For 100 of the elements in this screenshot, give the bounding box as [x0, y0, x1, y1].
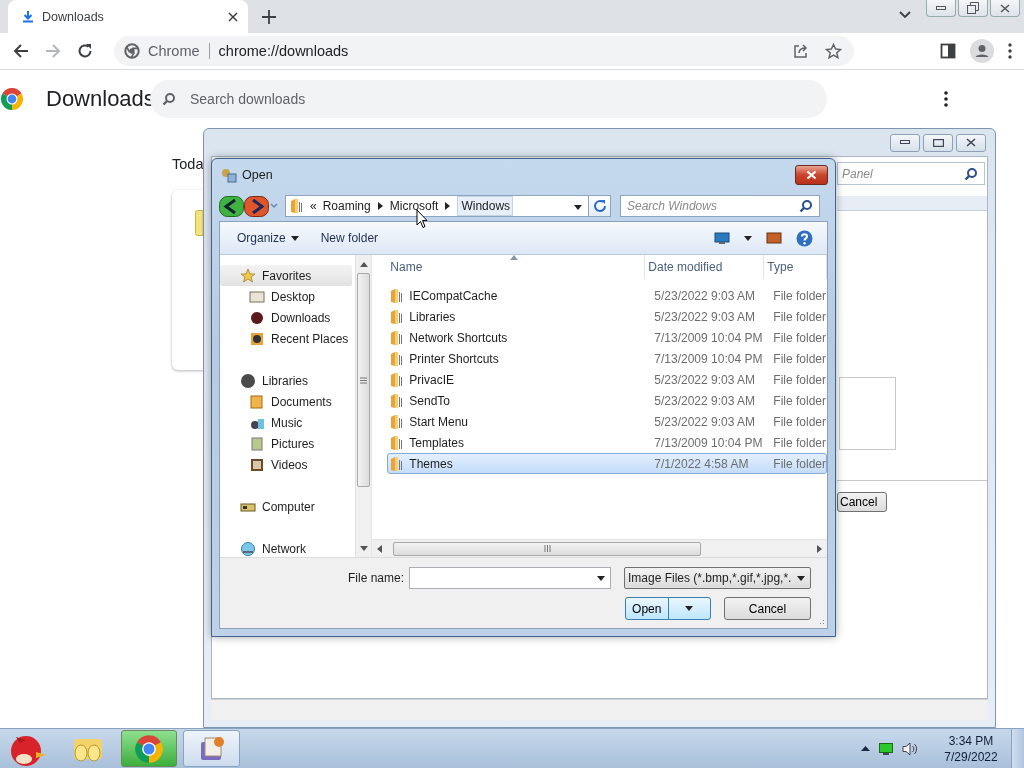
file-row[interactable]: IECompatCache 5/23/2022 9:03 AM File folder: [387, 285, 827, 306]
nav-item[interactable]: Recent Places: [220, 328, 352, 349]
side-panel-icon[interactable]: [940, 43, 956, 59]
reload-icon[interactable]: [76, 42, 94, 60]
caret-icon: [290, 235, 299, 241]
help-icon[interactable]: [796, 229, 813, 247]
scrollbar[interactable]: [354, 255, 372, 557]
file-row[interactable]: Start Menu 5/23/2022 9:03 AM File folder: [387, 411, 827, 432]
address-field[interactable]: « Roaming Microsoft Windows: [285, 195, 589, 217]
nav-item[interactable]: Downloads: [220, 307, 352, 328]
organize-button[interactable]: Organize: [230, 228, 306, 248]
nav-item[interactable]: Computer: [220, 496, 352, 517]
page-title: Downloads: [46, 86, 150, 112]
back-icon[interactable]: [12, 42, 30, 60]
more-icon[interactable]: [1008, 43, 1012, 59]
close-button[interactable]: [990, 0, 1020, 17]
dropdown-icon[interactable]: [574, 205, 582, 210]
grip-icon: [360, 376, 368, 384]
file-row[interactable]: PrivacIE 5/23/2022 9:03 AM File folder: [387, 369, 827, 390]
share-icon[interactable]: [793, 42, 809, 59]
file-row[interactable]: Libraries 5/23/2022 9:03 AM File folder: [387, 306, 827, 327]
minimize-button[interactable]: [890, 133, 920, 152]
taskbar-button[interactable]: [183, 730, 240, 767]
column-header[interactable]: Type: [764, 255, 827, 279]
scroll-left-icon[interactable]: [377, 544, 383, 553]
network-status-icon[interactable]: [879, 742, 893, 755]
preview-pane-icon[interactable]: [766, 232, 782, 244]
file-name: SendTo: [388, 392, 649, 409]
maximize-button[interactable]: [923, 133, 953, 152]
file-name-field[interactable]: [409, 567, 611, 589]
close-icon[interactable]: [228, 11, 238, 22]
nav-item[interactable]: Network: [220, 538, 352, 559]
clock[interactable]: 3:34 PM 7/29/2022: [941, 732, 1001, 765]
column-header[interactable]: Date modified: [645, 255, 765, 279]
file-name: Themes: [388, 455, 649, 472]
close-button[interactable]: [956, 133, 986, 152]
file-date: 5/23/2022 9:03 AM: [653, 288, 757, 303]
restore-button[interactable]: [958, 0, 988, 17]
chevron-right-icon: [376, 202, 384, 210]
browser-tab[interactable]: Downloads: [8, 0, 248, 33]
chrome-icon: [134, 733, 164, 764]
dropdown-icon[interactable]: [597, 575, 605, 581]
nav-item[interactable]: Music: [220, 412, 352, 433]
taskbar-button[interactable]: [121, 730, 177, 767]
open-button[interactable]: Open: [625, 597, 711, 620]
address-field[interactable]: chrome://downloads: [209, 43, 349, 59]
path-segment[interactable]: Roaming: [322, 199, 371, 213]
more-icon[interactable]: [944, 91, 948, 107]
cancel-button[interactable]: Cancel: [724, 597, 811, 620]
path-segment[interactable]: Windows: [457, 196, 514, 216]
file-row[interactable]: SendTo 5/23/2022 9:03 AM File folder: [387, 390, 827, 411]
file-type: File folder: [773, 351, 826, 366]
cancel-button[interactable]: Cancel: [837, 492, 887, 512]
scroll-up-icon[interactable]: [359, 262, 368, 267]
dialog-title: Open: [242, 168, 273, 182]
file-row[interactable]: Network Shortcuts 7/13/2009 10:04 PM File folder: [387, 327, 827, 348]
search-field[interactable]: Panel: [837, 162, 985, 185]
file-name: Templates: [388, 434, 649, 451]
chevron-down-icon[interactable]: [898, 10, 912, 20]
path-segment[interactable]: Microsoft: [389, 199, 439, 213]
view-icon[interactable]: [714, 231, 730, 245]
overflow-chevron[interactable]: «: [310, 199, 317, 213]
scroll-right-icon[interactable]: [817, 544, 822, 553]
scrollbar[interactable]: [372, 539, 827, 557]
file-type-dropdown[interactable]: Image Files (*.bmp,*.gif,*.jpg,*.: [624, 567, 811, 589]
minimize-button[interactable]: [926, 0, 956, 17]
nav-item[interactable]: Desktop: [220, 286, 352, 307]
speaker-icon[interactable]: [902, 740, 918, 757]
resize-grip-icon[interactable]: [817, 618, 825, 626]
search-field[interactable]: Search downloads: [150, 80, 827, 118]
file-row[interactable]: Templates 7/13/2009 10:04 PM File folder: [387, 432, 827, 453]
search-field[interactable]: Search Windows: [620, 195, 820, 217]
site-label: Chrome: [140, 43, 210, 59]
profile-icon[interactable]: [970, 39, 994, 63]
back-icon[interactable]: [219, 195, 244, 217]
file-name: Libraries: [388, 308, 649, 325]
scroll-down-icon[interactable]: [359, 546, 368, 551]
close-icon: [806, 170, 817, 180]
file-name: Network Shortcuts: [388, 329, 649, 346]
sort-arrow-icon: [510, 255, 519, 260]
show-hidden-icons[interactable]: [861, 746, 870, 751]
file-row[interactable]: Themes 7/1/2022 4:58 AM File folder: [387, 453, 827, 474]
nav-item[interactable]: Pictures: [220, 433, 352, 454]
file-type: File folder: [773, 372, 826, 387]
picture-icon: [249, 435, 265, 452]
refresh-button[interactable]: [589, 195, 611, 217]
file-date: 7/1/2022 4:58 AM: [653, 456, 750, 471]
nav-item[interactable]: Videos: [220, 454, 352, 475]
document-icon: [249, 393, 265, 410]
star-icon[interactable]: [825, 42, 842, 60]
nav-item[interactable]: Documents: [220, 391, 352, 412]
new-folder-button[interactable]: New folder: [313, 228, 386, 248]
close-button[interactable]: [795, 165, 828, 185]
caret-icon[interactable]: [744, 235, 752, 241]
file-type: File folder: [773, 414, 826, 429]
nav-item[interactable]: Favorites: [220, 265, 352, 286]
forward-icon[interactable]: [244, 195, 269, 217]
new-tab-icon[interactable]: [262, 10, 276, 24]
file-row[interactable]: Printer Shortcuts 7/13/2009 10:04 PM File folder: [387, 348, 827, 369]
nav-item[interactable]: Libraries: [220, 370, 352, 391]
